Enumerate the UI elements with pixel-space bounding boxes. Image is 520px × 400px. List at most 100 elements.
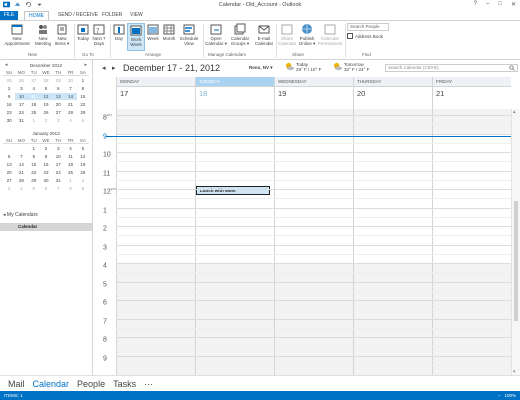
mini-calendar-day[interactable]: 9: [3, 93, 15, 100]
next-7-days-button[interactable]: 7 Next 7 Days: [91, 23, 107, 46]
mini-calendar-day[interactable]: 25: [28, 109, 40, 116]
close-button[interactable]: ✕: [511, 1, 516, 8]
next-month-arrow-icon[interactable]: ▸: [84, 62, 87, 69]
mini-calendar-day[interactable]: 9: [40, 153, 52, 160]
day-header-wednesday[interactable]: WEDNESDAY 19: [274, 77, 353, 109]
mini-calendar-day[interactable]: 15: [28, 161, 40, 168]
mini-calendar-day[interactable]: 22: [28, 169, 40, 176]
share-calendar-button[interactable]: Share Calendar: [277, 23, 297, 46]
mini-calendar-day[interactable]: 30: [40, 177, 52, 184]
mini-calendar-day[interactable]: 7: [15, 153, 27, 160]
day-header-friday[interactable]: FRIDAY 21: [432, 77, 511, 109]
mini-calendar-day[interactable]: 21: [64, 101, 76, 108]
mini-calendar-day[interactable]: 31: [15, 117, 27, 124]
mini-calendar-day[interactable]: 4: [15, 185, 27, 192]
mini-calendar-day[interactable]: 13: [3, 161, 15, 168]
mini-calendar-day[interactable]: 27: [28, 77, 40, 84]
mini-calendar-day[interactable]: 6: [3, 153, 15, 160]
mini-calendar-day[interactable]: 3: [3, 185, 15, 192]
month-view-button[interactable]: Month: [161, 23, 177, 41]
email-calendar-button[interactable]: E-mail Calendar: [253, 23, 275, 46]
mini-calendar-day[interactable]: 26: [77, 169, 89, 176]
mini-calendar-day[interactable]: 27: [52, 109, 64, 116]
mini-calendar-day[interactable]: 14: [64, 93, 77, 100]
day-column[interactable]: [353, 109, 432, 375]
mini-calendar-day[interactable]: 5: [28, 185, 40, 192]
mini-calendar-day[interactable]: 25: [3, 77, 15, 84]
weather-location-dropdown[interactable]: Reno, NV ▾: [249, 65, 273, 71]
previous-week-arrow-icon[interactable]: ◂: [102, 64, 106, 72]
mini-calendar-day[interactable]: 30: [64, 77, 76, 84]
mini-calendar-day[interactable]: 10: [15, 93, 28, 100]
mini-calendar-day[interactable]: 18: [28, 101, 40, 108]
mini-calendar-day[interactable]: 4: [64, 145, 76, 152]
day-header-thursday[interactable]: THURSDAY 20: [353, 77, 432, 109]
search-people-input[interactable]: Search People: [347, 23, 389, 31]
mini-calendar-day[interactable]: 9: [77, 185, 89, 192]
my-calendars-heading[interactable]: ◂ My Calendars: [3, 212, 38, 218]
mini-calendar-day[interactable]: 17: [15, 101, 27, 108]
next-week-arrow-icon[interactable]: ▸: [112, 64, 116, 72]
scroll-up-arrow-icon[interactable]: ▴: [513, 109, 516, 115]
nav-tasks[interactable]: Tasks: [113, 379, 136, 389]
day-column[interactable]: [116, 109, 195, 375]
mini-calendar-day[interactable]: 21: [15, 169, 27, 176]
mini-calendar-day[interactable]: 18: [64, 161, 76, 168]
work-week-view-button[interactable]: Work Week: [127, 23, 145, 51]
mini-calendar-day[interactable]: 28: [40, 77, 52, 84]
help-button[interactable]: ?: [474, 1, 477, 8]
mini-calendar-day[interactable]: 6: [40, 185, 52, 192]
mini-calendar-day[interactable]: 20: [3, 169, 15, 176]
mini-calendar-day[interactable]: 8: [64, 185, 76, 192]
mini-calendar-day[interactable]: 1: [64, 177, 76, 184]
day-column[interactable]: [195, 109, 274, 375]
mini-calendar-day[interactable]: 2: [40, 117, 52, 124]
mini-calendar-day[interactable]: 29: [52, 77, 64, 84]
week-view-button[interactable]: Week: [146, 23, 160, 41]
mini-calendar-day[interactable]: 1: [28, 117, 40, 124]
mini-calendar-day[interactable]: 23: [3, 109, 15, 116]
mini-calendar-day[interactable]: 23: [40, 169, 52, 176]
mini-calendar-day[interactable]: 2: [77, 177, 89, 184]
tab-send-receive[interactable]: SEND / RECEIVE: [54, 11, 102, 20]
day-column[interactable]: [274, 109, 353, 375]
tab-view[interactable]: VIEW: [126, 11, 147, 20]
mini-calendar-day[interactable]: 4: [64, 117, 76, 124]
search-icon[interactable]: [509, 65, 515, 71]
calendar-permissions-button[interactable]: Calendar Permissions: [317, 23, 343, 46]
mini-calendar-day[interactable]: 19: [77, 161, 89, 168]
calendar-groups-button[interactable]: Calendar Groups ▾: [228, 23, 252, 46]
mini-calendar-day[interactable]: 25: [64, 169, 76, 176]
mini-calendar-day[interactable]: 2: [40, 145, 52, 152]
mini-calendar-day[interactable]: 29: [28, 177, 40, 184]
mini-calendar-day[interactable]: 22: [77, 101, 89, 108]
maximize-button[interactable]: □: [498, 1, 502, 8]
day-header-tuesday[interactable]: TUESDAY 18: [195, 77, 274, 109]
mini-calendar-day[interactable]: 19: [40, 101, 52, 108]
mini-calendar-day[interactable]: 3: [15, 85, 27, 92]
mini-calendar-day[interactable]: 31: [52, 177, 64, 184]
appointment-lunch-with-mom[interactable]: Lunch with Mom: [196, 186, 270, 195]
mini-calendar-day[interactable]: 28: [64, 109, 76, 116]
mini-calendar-day[interactable]: 3: [52, 117, 64, 124]
publish-online-button[interactable]: Publish Online ▾: [296, 23, 318, 46]
mini-calendar-day[interactable]: 30: [3, 117, 15, 124]
mini-calendar-day[interactable]: 2: [3, 85, 15, 92]
mini-calendar-day[interactable]: 3: [52, 145, 64, 152]
mini-calendar-day[interactable]: 16: [40, 161, 52, 168]
mini-calendar-day[interactable]: 27: [3, 177, 15, 184]
mini-calendar-day[interactable]: 14: [15, 161, 27, 168]
day-header-monday[interactable]: MONDAY 17: [116, 77, 195, 109]
mini-calendar-day[interactable]: 29: [77, 109, 89, 116]
schedule-view-button[interactable]: Schedule View: [178, 23, 200, 46]
tab-home[interactable]: HOME: [24, 11, 49, 20]
today-button[interactable]: Today: [75, 23, 91, 41]
nav-people[interactable]: People: [77, 379, 105, 389]
nav-more-button[interactable]: ···: [144, 379, 153, 389]
mini-calendar-day[interactable]: 24: [15, 109, 27, 116]
mini-calendar-day[interactable]: 4: [28, 85, 40, 92]
vertical-scrollbar[interactable]: ▴ ▾: [511, 109, 520, 375]
search-calendar-input[interactable]: Search Calendar (Ctrl+E): [385, 64, 518, 72]
mini-calendar-day[interactable]: 6: [52, 85, 64, 92]
mini-calendar-day[interactable]: 15: [77, 93, 89, 100]
